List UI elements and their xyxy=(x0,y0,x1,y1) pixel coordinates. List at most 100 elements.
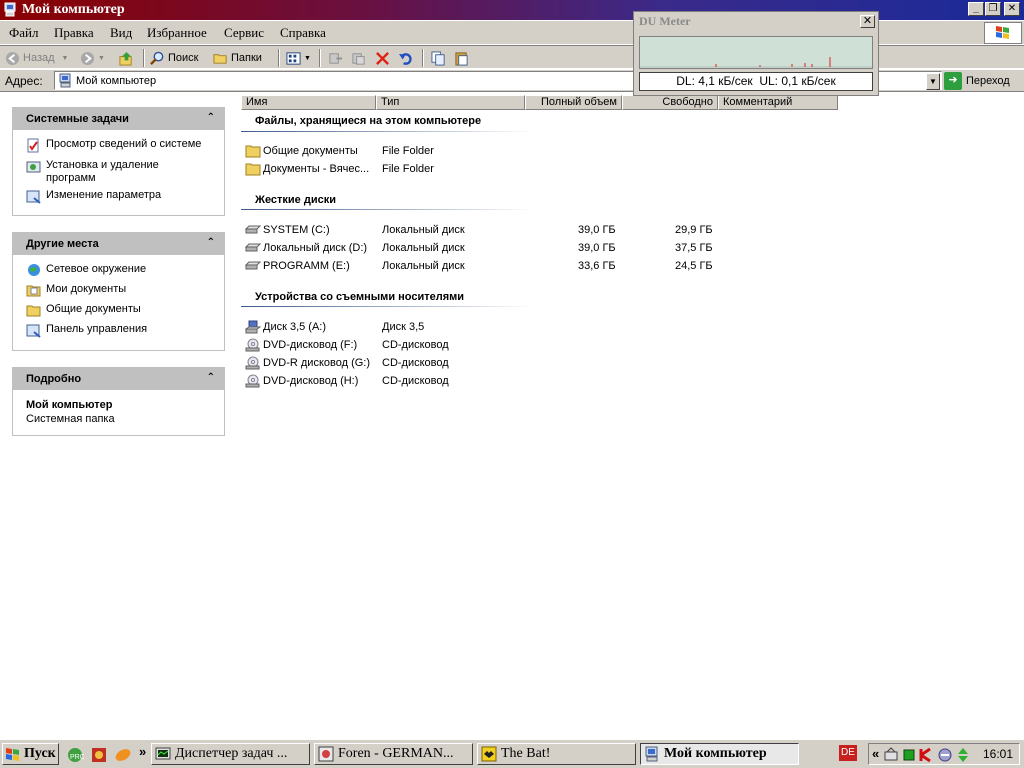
collapse-chevron-icon[interactable]: ⌃ xyxy=(207,237,215,248)
my-computer-icon xyxy=(4,2,16,17)
network-globe-icon xyxy=(28,264,40,276)
copy-to-icon xyxy=(352,52,365,65)
close-button[interactable]: ✕ xyxy=(1004,2,1020,16)
shared-documents-link[interactable]: Общие документы xyxy=(26,303,141,318)
search-button[interactable]: Поиск xyxy=(150,49,198,67)
details-description: Системная папка xyxy=(26,413,115,425)
copy-to-button[interactable] xyxy=(351,49,366,67)
address-dropdown-button[interactable]: ▼ xyxy=(926,73,940,90)
minimize-button[interactable]: _ xyxy=(968,2,984,16)
green-status-tray-icon[interactable] xyxy=(902,747,916,763)
copy-button[interactable] xyxy=(431,49,446,67)
scanner-tray-icon[interactable] xyxy=(883,747,899,763)
column-header-name[interactable]: Имя xyxy=(241,95,376,110)
details-title: Подробно xyxy=(26,373,82,385)
restore-button[interactable]: ❐ xyxy=(985,2,1001,16)
collapse-chevron-icon[interactable]: ⌃ xyxy=(207,112,215,123)
search-icon xyxy=(150,51,164,65)
du-meter-tray-icon[interactable] xyxy=(956,747,970,763)
column-header-total[interactable]: Полный объем xyxy=(525,95,622,110)
hard-disk-icon xyxy=(245,225,261,234)
menu-favorites[interactable]: Избранное xyxy=(147,25,207,41)
list-item[interactable]: DVD-дисковод (F:) CD-дисковод xyxy=(244,338,744,354)
list-item[interactable]: Документы - Вячес... File Folder xyxy=(244,162,744,178)
volume-tray-icon[interactable] xyxy=(937,747,953,763)
up-folder-button[interactable] xyxy=(119,49,134,67)
details-header[interactable]: Подробно ⌃ xyxy=(13,368,224,390)
paste-button[interactable] xyxy=(454,49,469,67)
column-header-type[interactable]: Тип xyxy=(376,95,525,110)
list-item[interactable]: Локальный диск (D:) Локальный диск 39,0 … xyxy=(244,241,744,257)
du-meter-title[interactable]: DU Meter xyxy=(636,14,876,30)
folder-icon xyxy=(26,305,41,317)
task-button-forum[interactable]: Foren - GERMAN... xyxy=(314,743,473,765)
folders-button[interactable]: Папки xyxy=(213,49,262,67)
control-panel-link[interactable]: Панель управления xyxy=(26,323,147,338)
windows-flag-icon xyxy=(6,748,19,761)
my-documents-link[interactable]: Мои документы xyxy=(26,283,126,298)
list-item[interactable]: PROGRAMM (E:) Локальный диск 33,6 ГБ 24,… xyxy=(244,259,744,275)
antivirus-tray-icon[interactable] xyxy=(919,747,933,763)
forward-button[interactable]: ▼ xyxy=(80,49,105,67)
list-item[interactable]: DVD-дисковод (H:) CD-дисковод xyxy=(244,374,744,390)
add-remove-programs-icon xyxy=(26,161,41,173)
system-tasks-title: Системные задачи xyxy=(26,113,129,125)
column-header-free[interactable]: Свободно xyxy=(622,95,718,110)
system-tasks-header[interactable]: Системные задачи ⌃ xyxy=(13,108,224,130)
floppy-drive-icon xyxy=(245,320,261,334)
tray-expand-icon[interactable]: « xyxy=(872,746,879,761)
windows-logo-icon xyxy=(984,22,1022,44)
group-divider xyxy=(241,306,534,307)
task-button-my-computer[interactable]: Мой компьютер xyxy=(640,743,799,765)
dvd-drive-icon xyxy=(245,338,260,352)
window-title: Мой компьютер xyxy=(22,2,125,17)
delete-x-icon xyxy=(376,51,389,65)
folders-icon xyxy=(213,53,227,64)
views-button[interactable]: ▼ xyxy=(286,49,311,67)
column-header-comment[interactable]: Комментарий xyxy=(718,95,838,110)
system-info-icon xyxy=(27,138,39,153)
menu-tools[interactable]: Сервис xyxy=(224,25,264,41)
back-button[interactable]: Назад ▼ xyxy=(5,49,68,67)
quicklaunch-app-icon[interactable]: PRO xyxy=(66,746,84,764)
change-setting-link[interactable]: Изменение параметра xyxy=(26,189,161,204)
task-button-the-bat[interactable]: The Bat! xyxy=(477,743,636,765)
back-dropdown-icon[interactable]: ▼ xyxy=(62,55,69,62)
system-tray: « 16:01 xyxy=(868,743,1020,765)
other-places-header[interactable]: Другие места ⌃ xyxy=(13,233,224,255)
list-item[interactable]: Диск 3,5 (A:) Диск 3,5 xyxy=(244,320,744,336)
folder-icon xyxy=(245,145,261,158)
clock[interactable]: 16:01 xyxy=(983,747,1013,761)
paste-icon xyxy=(455,51,468,66)
go-button[interactable]: ➜ Переход xyxy=(944,71,1010,90)
other-places-title: Другие места xyxy=(26,238,99,250)
undo-button[interactable] xyxy=(398,49,413,67)
list-item[interactable]: Общие документы File Folder xyxy=(244,144,744,160)
task-button-task-manager[interactable]: Диспетчер задач ... xyxy=(151,743,310,765)
back-arrow-icon xyxy=(5,51,20,65)
du-meter-window[interactable]: DU Meter ✕ DL: 4,1 кБ/сек UL: 0,1 кБ/сек xyxy=(633,11,879,96)
browser-icon xyxy=(318,746,334,762)
view-system-info-link[interactable]: Просмотр сведений о системе xyxy=(26,138,201,153)
quicklaunch-app-icon[interactable] xyxy=(114,746,132,764)
menu-view[interactable]: Вид xyxy=(110,25,132,41)
collapse-chevron-icon[interactable]: ⌃ xyxy=(207,372,215,383)
move-to-button[interactable] xyxy=(328,49,343,67)
menu-help[interactable]: Справка xyxy=(280,25,326,41)
system-tasks-panel: Системные задачи ⌃ Просмотр сведений о с… xyxy=(12,107,225,216)
control-panel-icon xyxy=(26,190,41,204)
list-item[interactable]: SYSTEM (C:) Локальный диск 39,0 ГБ 29,9 … xyxy=(244,223,744,239)
quicklaunch-more-icon[interactable]: » xyxy=(139,744,146,759)
start-button[interactable]: Пуск xyxy=(2,743,59,765)
add-remove-programs-link[interactable]: Установка и удаление программ xyxy=(26,159,211,185)
network-places-link[interactable]: Сетевое окружение xyxy=(26,263,146,278)
list-item[interactable]: DVD-R дисковод (G:) CD-дисковод xyxy=(244,356,744,372)
menu-edit[interactable]: Правка xyxy=(54,25,94,41)
quicklaunch-app-icon[interactable] xyxy=(90,746,108,764)
du-meter-close-button[interactable]: ✕ xyxy=(860,15,875,28)
group-divider xyxy=(241,209,534,210)
traffic-graph-icon xyxy=(640,57,872,68)
language-indicator[interactable]: DE xyxy=(839,745,857,761)
delete-button[interactable] xyxy=(375,49,390,67)
menu-file[interactable]: Файл xyxy=(9,25,39,41)
